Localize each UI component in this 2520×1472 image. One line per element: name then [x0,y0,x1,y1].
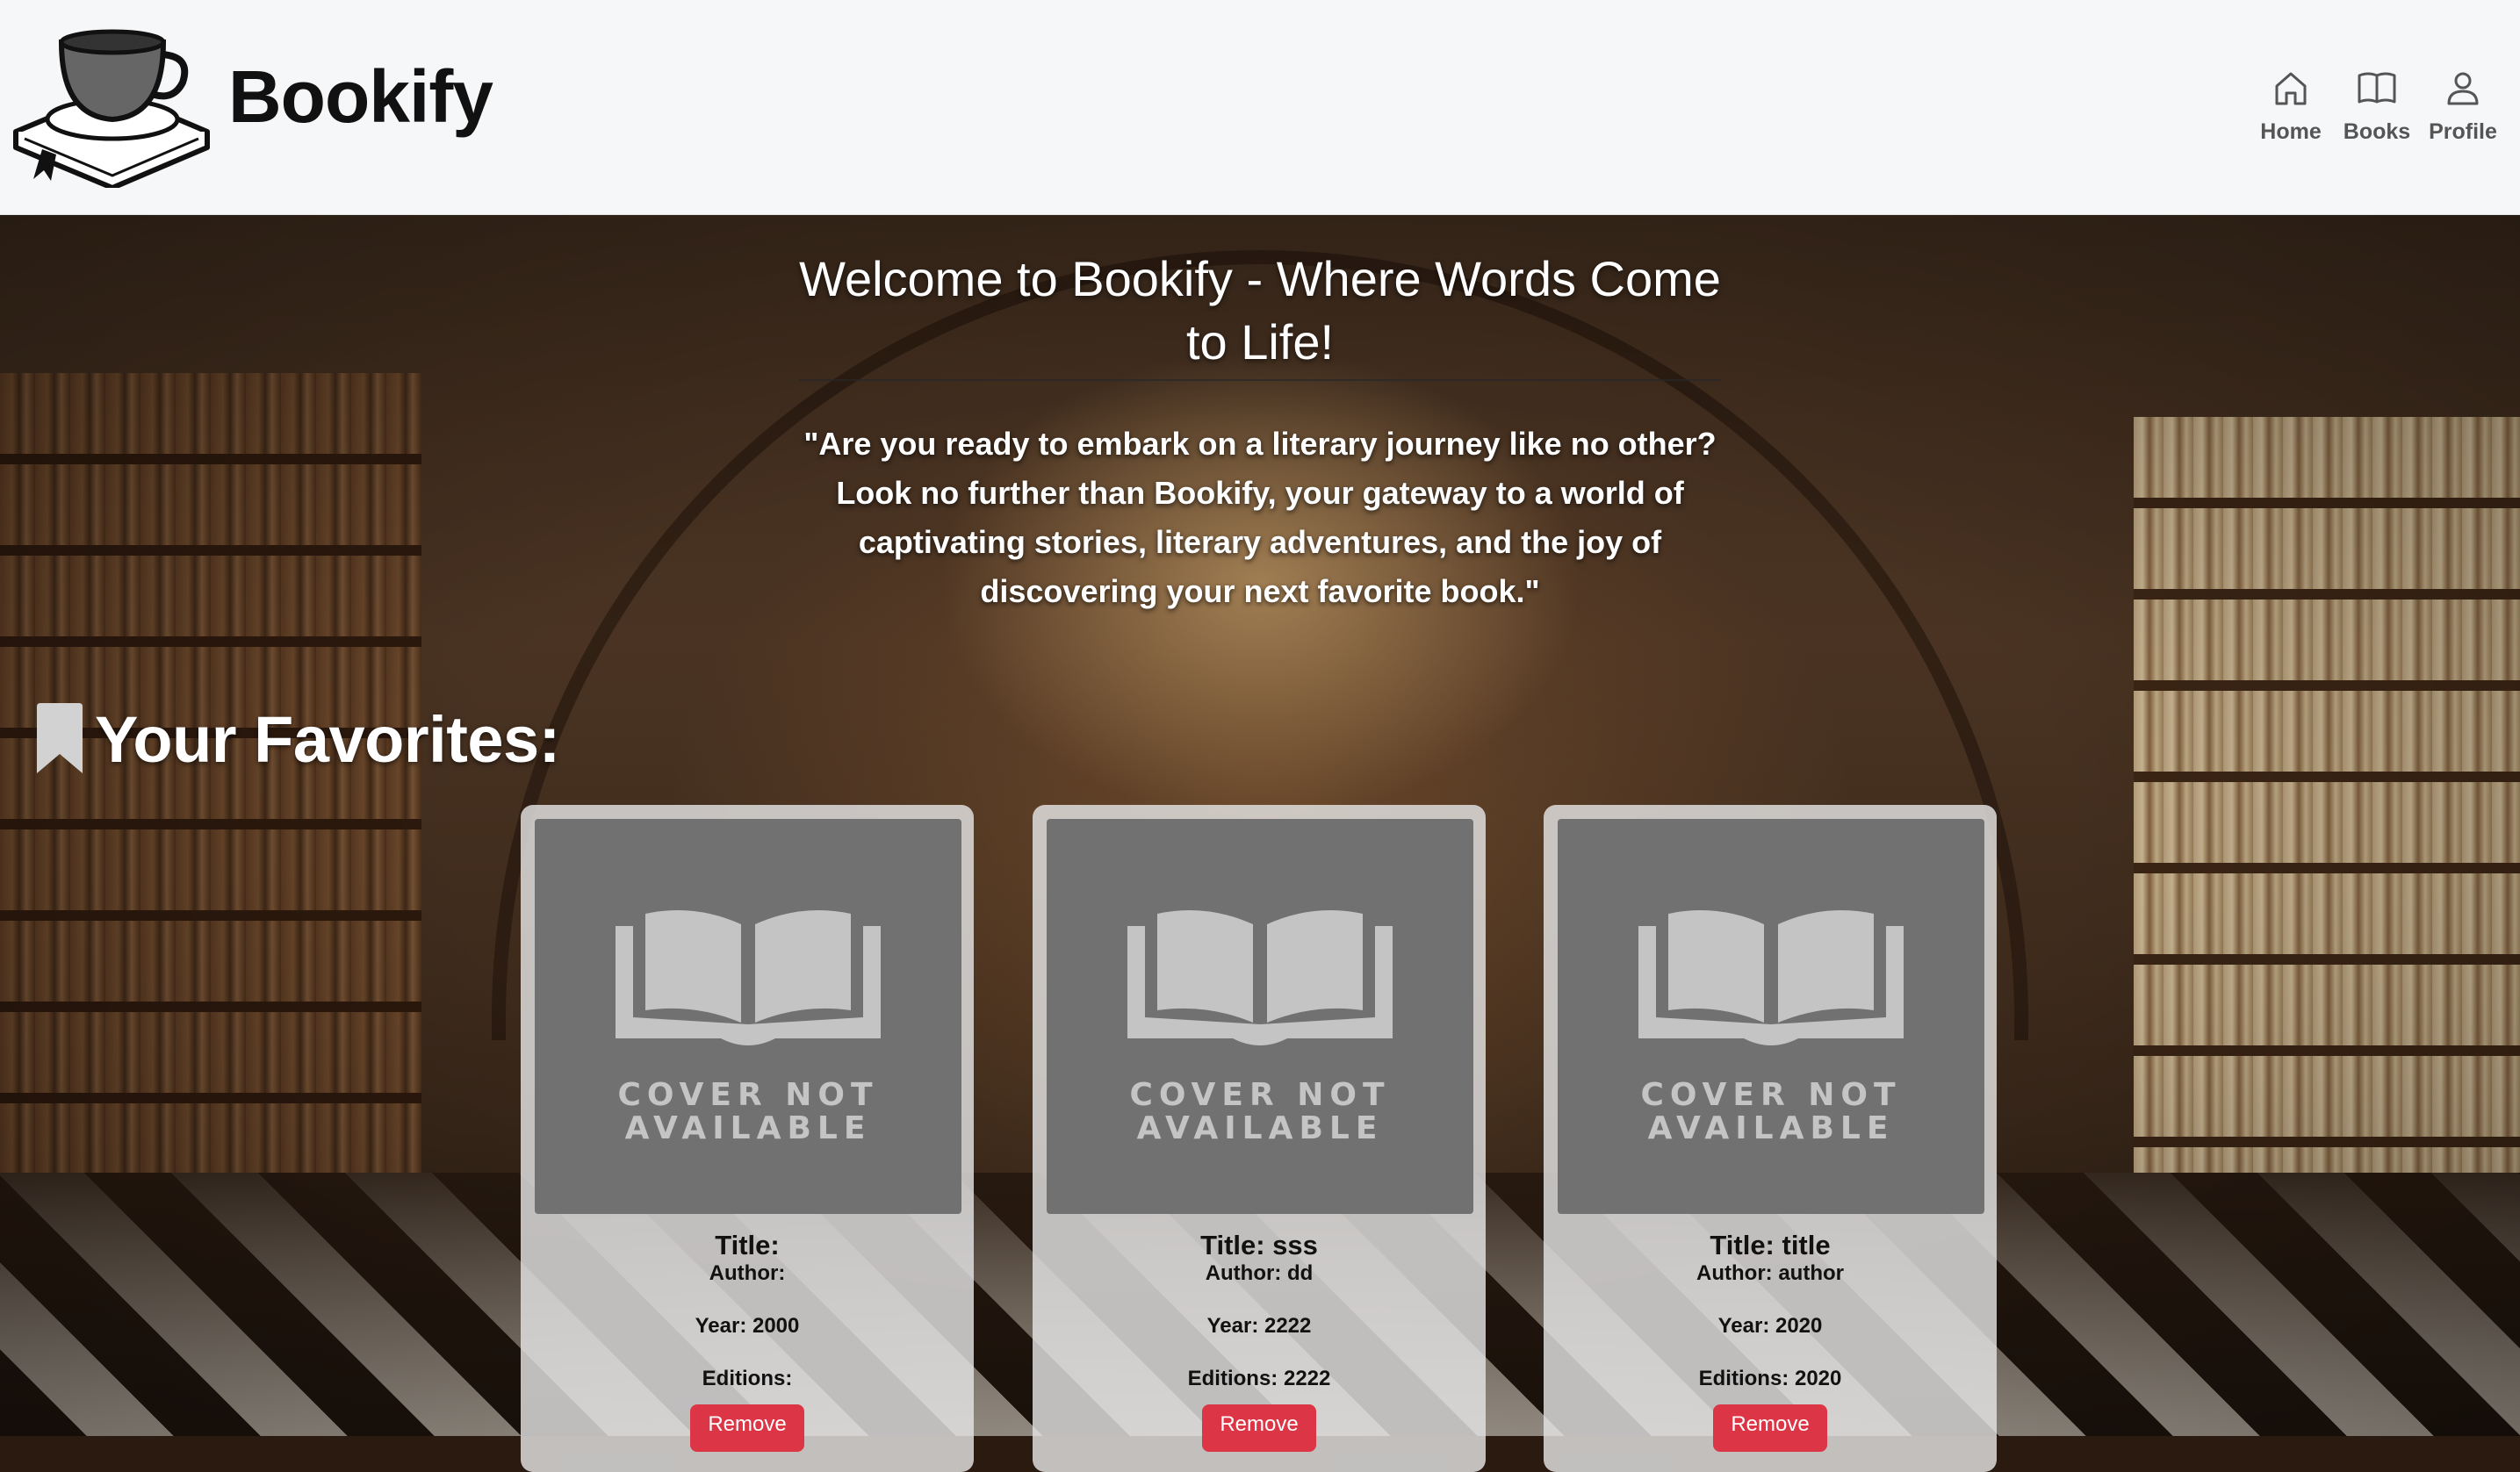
book-cover-placeholder: COVER NOT AVAILABLE [1558,819,1984,1214]
cover-text-line1: COVER NOT [1640,1077,1902,1113]
nav-label-home: Home [2260,119,2322,144]
open-book-cover-icon [616,910,881,1045]
cover-not-available-text: COVER NOT AVAILABLE [535,1079,961,1145]
nav-label-books: Books [2343,119,2411,144]
book-title: Title: sss [1200,1230,1318,1260]
cover-text-line2: AVAILABLE [1136,1110,1384,1146]
book-editions: Editions: 2020 [1698,1367,1842,1390]
favorite-book-card: COVER NOT AVAILABLE Title: sss Author: d… [1033,805,1486,1472]
open-book-icon [2358,72,2396,104]
favorites-title: Your Favorites: [95,703,560,776]
open-book-cover-icon [1638,910,1904,1045]
book-cover-placeholder: COVER NOT AVAILABLE [535,819,961,1214]
welcome-heading: Welcome to Bookify - Where Words Come to… [799,251,1721,370]
book-editions: Editions: 2222 [1187,1367,1331,1390]
book-editions: Editions: [702,1367,793,1390]
book-year: Year: 2222 [1206,1314,1312,1338]
nav-label-profile: Profile [2429,119,2497,144]
favorite-book-card: COVER NOT AVAILABLE Title: Author: Year:… [521,805,974,1472]
book-author: Author: author [1696,1261,1844,1285]
user-icon [2447,72,2479,105]
book-with-teacup-logo[interactable] [7,25,214,188]
book-title: Title: title [1710,1230,1831,1260]
book-author: Author: dd [1205,1261,1314,1285]
remove-button[interactable]: Remove [1713,1404,1827,1452]
cover-text-line1: COVER NOT [617,1077,879,1113]
nav-item-profile[interactable]: Profile [2425,67,2501,145]
cover-text-line2: AVAILABLE [624,1110,872,1146]
home-icon [2275,72,2307,105]
cover-not-available-text: COVER NOT AVAILABLE [1558,1079,1984,1145]
main-nav: Home Books Profile [2253,67,2501,145]
open-book-cover-icon [1127,910,1393,1045]
nav-item-home[interactable]: Home [2253,67,2329,145]
hero-quote: "Are you ready to embark on a literary j… [803,426,1717,609]
nav-item-books[interactable]: Books [2339,67,2415,145]
cover-text-line1: COVER NOT [1129,1077,1391,1113]
favorite-book-card: COVER NOT AVAILABLE Title: title Author:… [1544,805,1997,1472]
favorites-header: Your Favorites: [33,702,560,777]
hero-divider [799,379,1721,381]
remove-button[interactable]: Remove [690,1404,804,1452]
book-year: Year: 2020 [1717,1314,1823,1338]
cover-text-line2: AVAILABLE [1647,1110,1895,1146]
app-brand-name[interactable]: Bookify [228,54,493,140]
cover-not-available-text: COVER NOT AVAILABLE [1047,1079,1473,1145]
book-title: Title: [715,1230,780,1260]
book-cover-placeholder: COVER NOT AVAILABLE [1047,819,1473,1214]
book-author: Author: [709,1261,786,1285]
site-header: Bookify Home Books Profile [0,0,2520,215]
bookmark-icon [37,702,83,773]
book-year: Year: 2000 [695,1314,800,1338]
remove-button[interactable]: Remove [1202,1404,1316,1452]
